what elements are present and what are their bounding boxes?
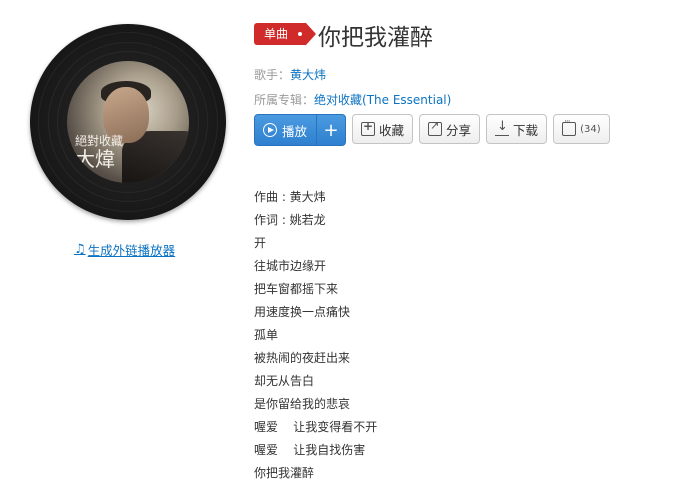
generate-player-label: 生成外链播放器 bbox=[87, 243, 176, 258]
singer-row: 歌手：黄大炜 bbox=[254, 66, 326, 83]
lyric-line: 用速度换一点痛快 bbox=[254, 305, 351, 319]
lyric-line: 喔爱 让我自找伤害 bbox=[254, 443, 366, 457]
comment-icon bbox=[562, 117, 577, 136]
share-icon bbox=[428, 119, 443, 136]
cover-text-2: 大煒 bbox=[75, 147, 115, 171]
lyric-line: 喔爱 让我变得看不开 bbox=[254, 420, 378, 434]
singer-link[interactable]: 黄大炜 bbox=[290, 68, 326, 82]
download-button[interactable]: 下载 bbox=[486, 114, 548, 144]
album-disc: 絕對收藏 大煒 bbox=[30, 24, 226, 220]
music-note-icon: ♫ bbox=[74, 242, 86, 257]
lyric-line: 却无从告白 bbox=[254, 374, 315, 388]
generate-player-link[interactable]: ♫ 生成外链播放器 bbox=[74, 240, 175, 259]
download-icon bbox=[495, 119, 510, 136]
lyric-line: 被热闹的夜赶出来 bbox=[254, 351, 351, 365]
favorite-icon bbox=[361, 119, 376, 136]
single-tag-label: 单曲 bbox=[264, 27, 289, 41]
comment-button[interactable]: (34) bbox=[553, 114, 610, 144]
share-label: 分享 bbox=[446, 122, 472, 138]
singer-label: 歌手： bbox=[254, 68, 291, 82]
share-button[interactable]: 分享 bbox=[419, 114, 481, 144]
tag-dot-icon bbox=[298, 32, 303, 36]
album-row: 所属专辑：绝对收藏(The Essential) bbox=[254, 91, 451, 108]
add-to-playlist-button[interactable]: + bbox=[316, 115, 345, 145]
lyric-line: 是你留给我的悲哀 bbox=[254, 397, 351, 411]
comment-count: (34) bbox=[580, 123, 601, 135]
lyric-line: 你把我灌醉 bbox=[254, 466, 315, 480]
download-label: 下载 bbox=[513, 122, 539, 138]
album-label: 所属专辑： bbox=[254, 93, 315, 107]
favorite-button[interactable]: 收藏 bbox=[352, 114, 414, 144]
play-button[interactable]: 播放 bbox=[255, 115, 316, 145]
lyric-line: 把车窗都摇下来 bbox=[254, 282, 339, 296]
play-label: 播放 bbox=[282, 123, 308, 139]
album-cover: 絕對收藏 大煒 bbox=[67, 61, 189, 183]
lyric-line: 作曲 : 黄大炜 bbox=[254, 190, 326, 204]
song-title: 你把我灌醉 bbox=[318, 25, 433, 51]
single-tag: 单曲 bbox=[254, 23, 317, 45]
lyric-line: 孤单 bbox=[254, 328, 279, 342]
lyric-line: 开 bbox=[254, 236, 267, 250]
play-button-group: 播放 + bbox=[254, 114, 347, 146]
favorite-label: 收藏 bbox=[379, 122, 405, 138]
lyrics: 作曲 : 黄大炜 作词 : 姚若龙 开 往城市边缘开 把车窗都摇下来 用速度换一… bbox=[254, 186, 377, 485]
album-link[interactable]: 绝对收藏(The Essential) bbox=[314, 93, 451, 107]
play-icon bbox=[263, 123, 277, 137]
action-buttons: 播放 + 收藏 分享 下载 (34) bbox=[254, 114, 610, 146]
lyric-line: 往城市边缘开 bbox=[254, 259, 327, 273]
cover-text-1: 絕對收藏 bbox=[75, 134, 124, 148]
lyric-line: 作词 : 姚若龙 bbox=[254, 213, 326, 227]
